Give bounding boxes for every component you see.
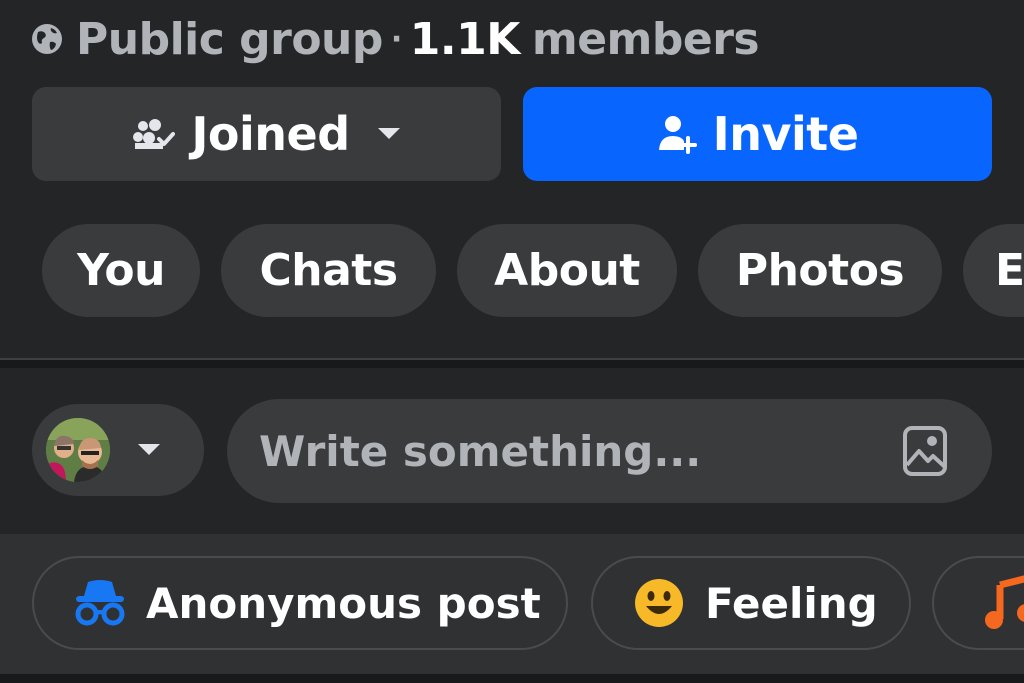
joined-label: Joined bbox=[191, 107, 350, 161]
group-privacy: Public group bbox=[76, 13, 383, 65]
joined-button[interactable]: Joined bbox=[32, 87, 501, 181]
profile-switcher[interactable] bbox=[32, 404, 204, 496]
tab-chats[interactable]: Chats bbox=[221, 224, 436, 317]
composer-placeholder: Write something... bbox=[259, 426, 702, 476]
tab-label: About bbox=[494, 245, 640, 296]
group-meta: Public group · 1.1K members bbox=[30, 10, 760, 68]
invite-button[interactable]: Invite bbox=[523, 87, 992, 181]
chevron-down-icon bbox=[376, 126, 402, 142]
music-icon bbox=[984, 575, 1024, 631]
member-count: 1.1K bbox=[409, 13, 521, 65]
invite-label: Invite bbox=[712, 107, 859, 161]
group-joined-icon bbox=[131, 117, 176, 151]
tab-label: Photos bbox=[735, 245, 905, 296]
tab-label: E bbox=[995, 245, 1024, 296]
section-divider bbox=[0, 674, 1024, 683]
photo-icon[interactable] bbox=[902, 425, 948, 487]
tab-you[interactable]: You bbox=[42, 224, 200, 317]
chip-label: Anonymous post bbox=[146, 578, 541, 628]
group-tabs: You Chats About Photos E bbox=[0, 224, 1024, 317]
chip-label: Feeling bbox=[705, 578, 878, 628]
tab-photos[interactable]: Photos bbox=[698, 224, 942, 317]
anonymous-post-button[interactable]: Anonymous post bbox=[32, 556, 568, 650]
post-composer: Write something... bbox=[0, 368, 1024, 534]
add-person-icon bbox=[657, 114, 697, 154]
tab-events[interactable]: E bbox=[963, 224, 1024, 317]
music-button[interactable] bbox=[932, 556, 1024, 650]
tab-label: You bbox=[77, 245, 165, 296]
globe-icon bbox=[30, 22, 64, 56]
smiley-icon bbox=[633, 577, 685, 629]
avatar bbox=[46, 418, 110, 482]
feeling-button[interactable]: Feeling bbox=[591, 556, 911, 650]
chevron-down-icon bbox=[136, 442, 162, 458]
write-something-input[interactable]: Write something... bbox=[227, 399, 992, 503]
member-label[interactable]: members bbox=[532, 14, 760, 65]
section-divider bbox=[0, 358, 1024, 368]
tab-label: Chats bbox=[259, 245, 398, 296]
group-header-page: Public group · 1.1K members Joined Invit… bbox=[0, 0, 1024, 683]
tab-about[interactable]: About bbox=[457, 224, 677, 317]
anonymous-icon bbox=[74, 578, 126, 628]
post-options-bar: Anonymous post Feeling bbox=[0, 534, 1024, 674]
meta-separator: · bbox=[390, 21, 402, 57]
